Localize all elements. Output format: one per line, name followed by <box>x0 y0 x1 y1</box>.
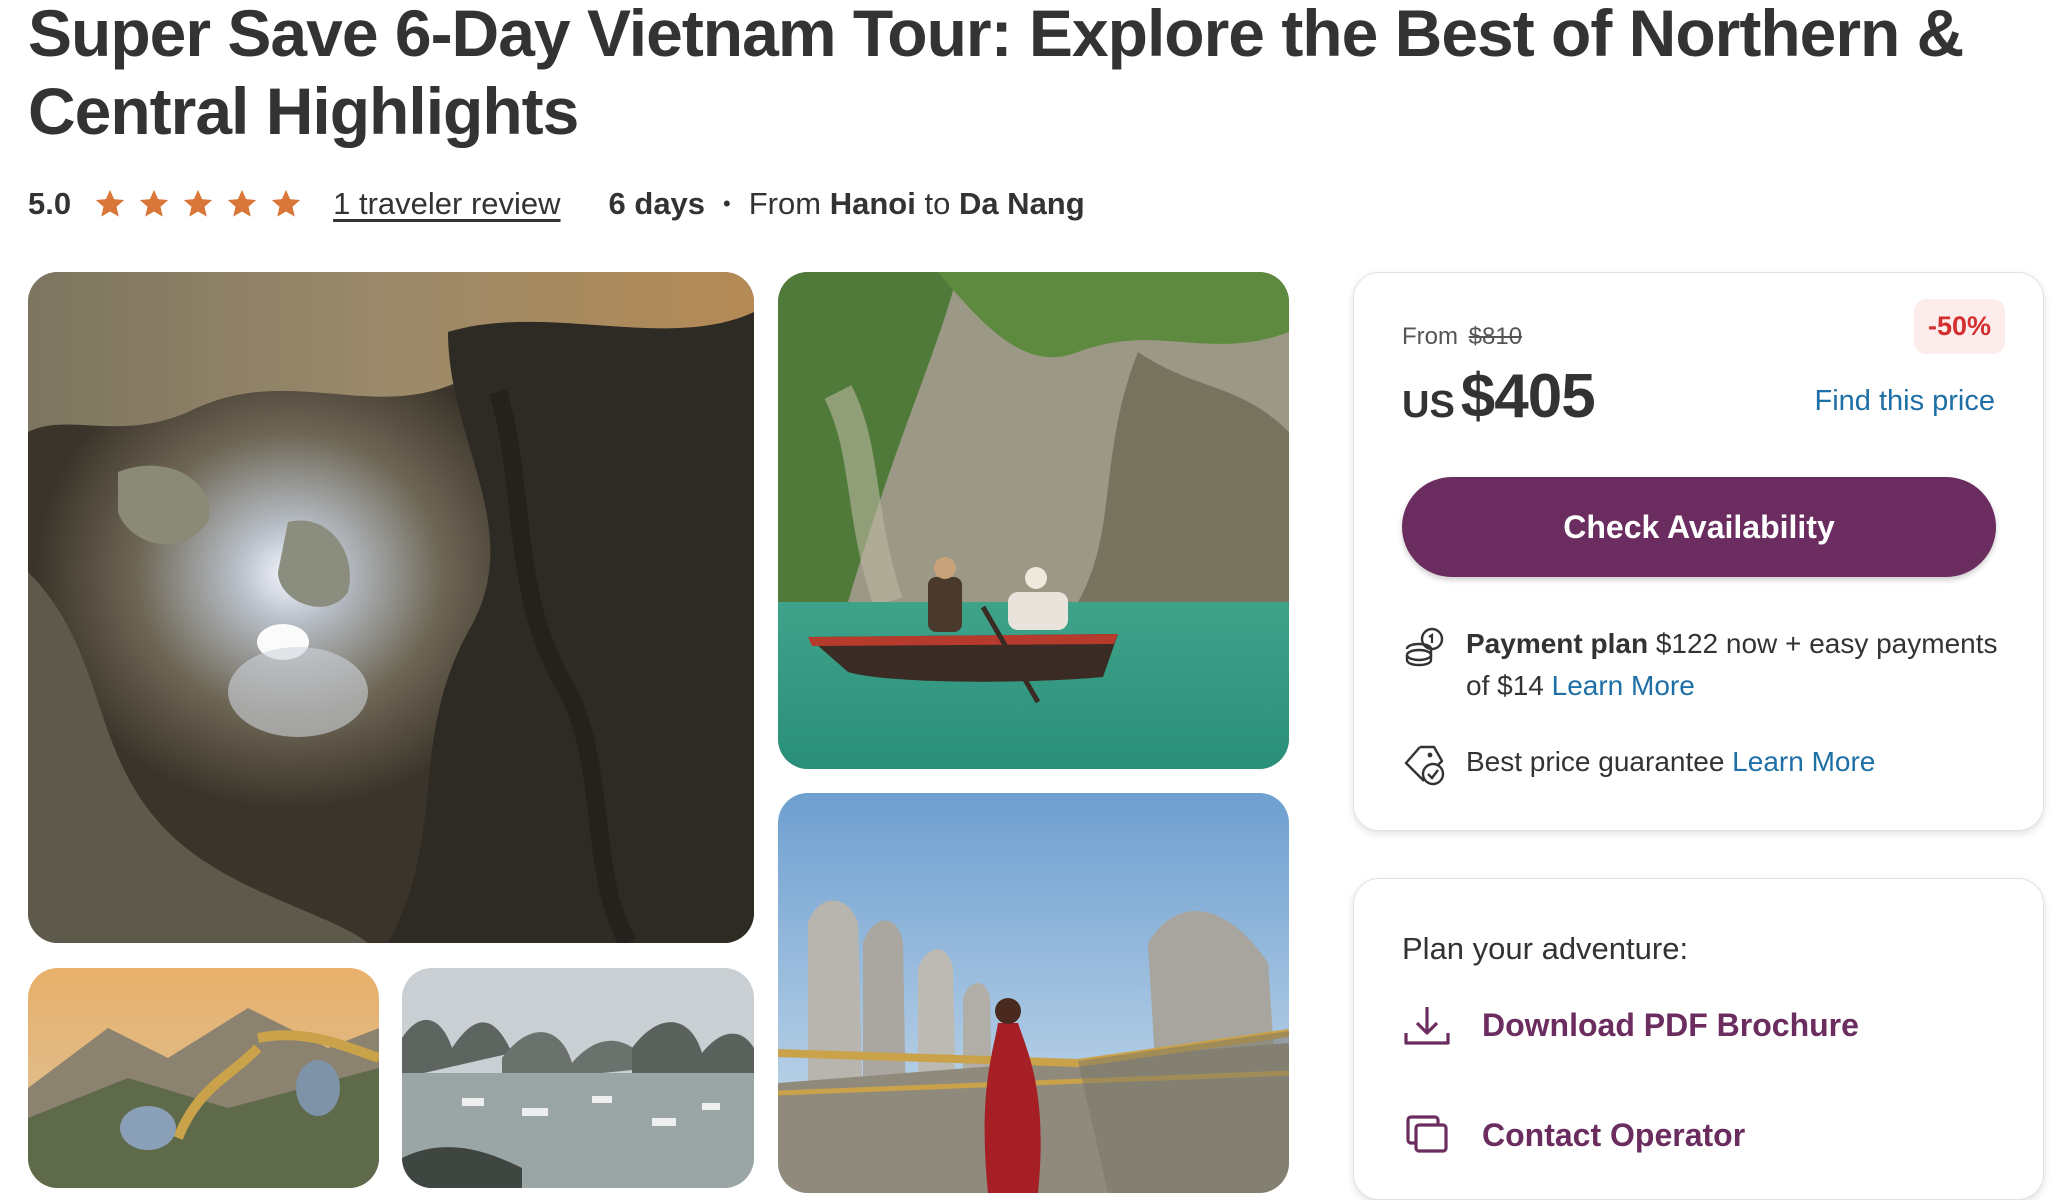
tour-duration: 6 days <box>608 186 706 221</box>
photo-halong-bay[interactable] <box>402 968 754 1188</box>
contact-operator-link[interactable]: Contact Operator <box>1402 1113 2002 1163</box>
payment-plan-label: Payment plan <box>1466 628 1649 659</box>
golden-bridge-image <box>778 793 1289 1193</box>
old-price: $810 <box>1468 323 1523 350</box>
best-price-text: Best price guarantee Learn More <box>1466 741 2026 783</box>
price-amount: $405 <box>1460 362 1596 431</box>
star-icon <box>271 189 301 217</box>
discount-badge: -50% <box>1913 299 2005 354</box>
photo-golden-bridge[interactable] <box>778 793 1289 1193</box>
route-mid: to <box>924 186 951 221</box>
photo-cave[interactable] <box>28 272 754 943</box>
badge-check-icon <box>1404 745 1445 786</box>
currency-label: US <box>1402 384 1455 426</box>
separator-dot: • <box>723 191 731 216</box>
from-price-line: From $810 <box>1402 323 1522 351</box>
route-start: Hanoi <box>829 186 916 221</box>
best-price-label: Best price guarantee <box>1466 746 1725 777</box>
photo-boat[interactable] <box>778 272 1289 769</box>
message-icon <box>1406 1115 1448 1153</box>
download-icon <box>1404 1007 1450 1045</box>
star-icon <box>227 189 257 217</box>
current-price: US$405 <box>1402 361 1596 432</box>
halong-bay-image <box>402 968 754 1188</box>
payment-plan-text: Payment plan $122 now + easy payments of… <box>1466 623 2026 707</box>
review-link[interactable]: 1 traveler review <box>333 186 560 222</box>
rating-value: 5.0 <box>28 186 72 221</box>
cave-image <box>28 272 754 943</box>
price-card: From $810 -50% US$405 Find this price Ch… <box>1353 272 2044 831</box>
boat-image <box>778 272 1289 769</box>
star-icon <box>95 189 125 217</box>
find-this-price-link[interactable]: Find this price <box>1814 385 1995 418</box>
route-end: Da Nang <box>958 186 1085 221</box>
plan-adventure-card: Plan your adventure: Download PDF Brochu… <box>1353 878 2044 1200</box>
contact-operator-label: Contact Operator <box>1482 1117 1746 1153</box>
payment-learn-more-link[interactable]: Learn More <box>1552 670 1695 701</box>
guarantee-learn-more-link[interactable]: Learn More <box>1732 746 1875 777</box>
check-availability-button[interactable]: Check Availability <box>1402 477 1996 577</box>
download-brochure-link[interactable]: Download PDF Brochure <box>1402 1003 2002 1053</box>
route-prefix: From <box>748 186 822 221</box>
photo-mountains[interactable] <box>28 968 379 1188</box>
tour-title: Super Save 6-Day Vietnam Tour: Explore t… <box>28 0 1964 148</box>
star-icon <box>139 189 169 217</box>
tour-route: From Hanoi to Da Nang <box>749 186 1085 222</box>
star-icon <box>183 189 213 217</box>
mountains-image <box>28 968 379 1188</box>
tour-meta: 5.0 1 traveler review 6 days • From Hano… <box>28 182 1085 226</box>
from-label: From <box>1402 323 1458 350</box>
plan-adventure-title: Plan your adventure: <box>1402 931 1689 966</box>
download-brochure-label: Download PDF Brochure <box>1482 1007 1859 1043</box>
coins-icon <box>1405 627 1444 667</box>
star-rating <box>93 187 303 221</box>
